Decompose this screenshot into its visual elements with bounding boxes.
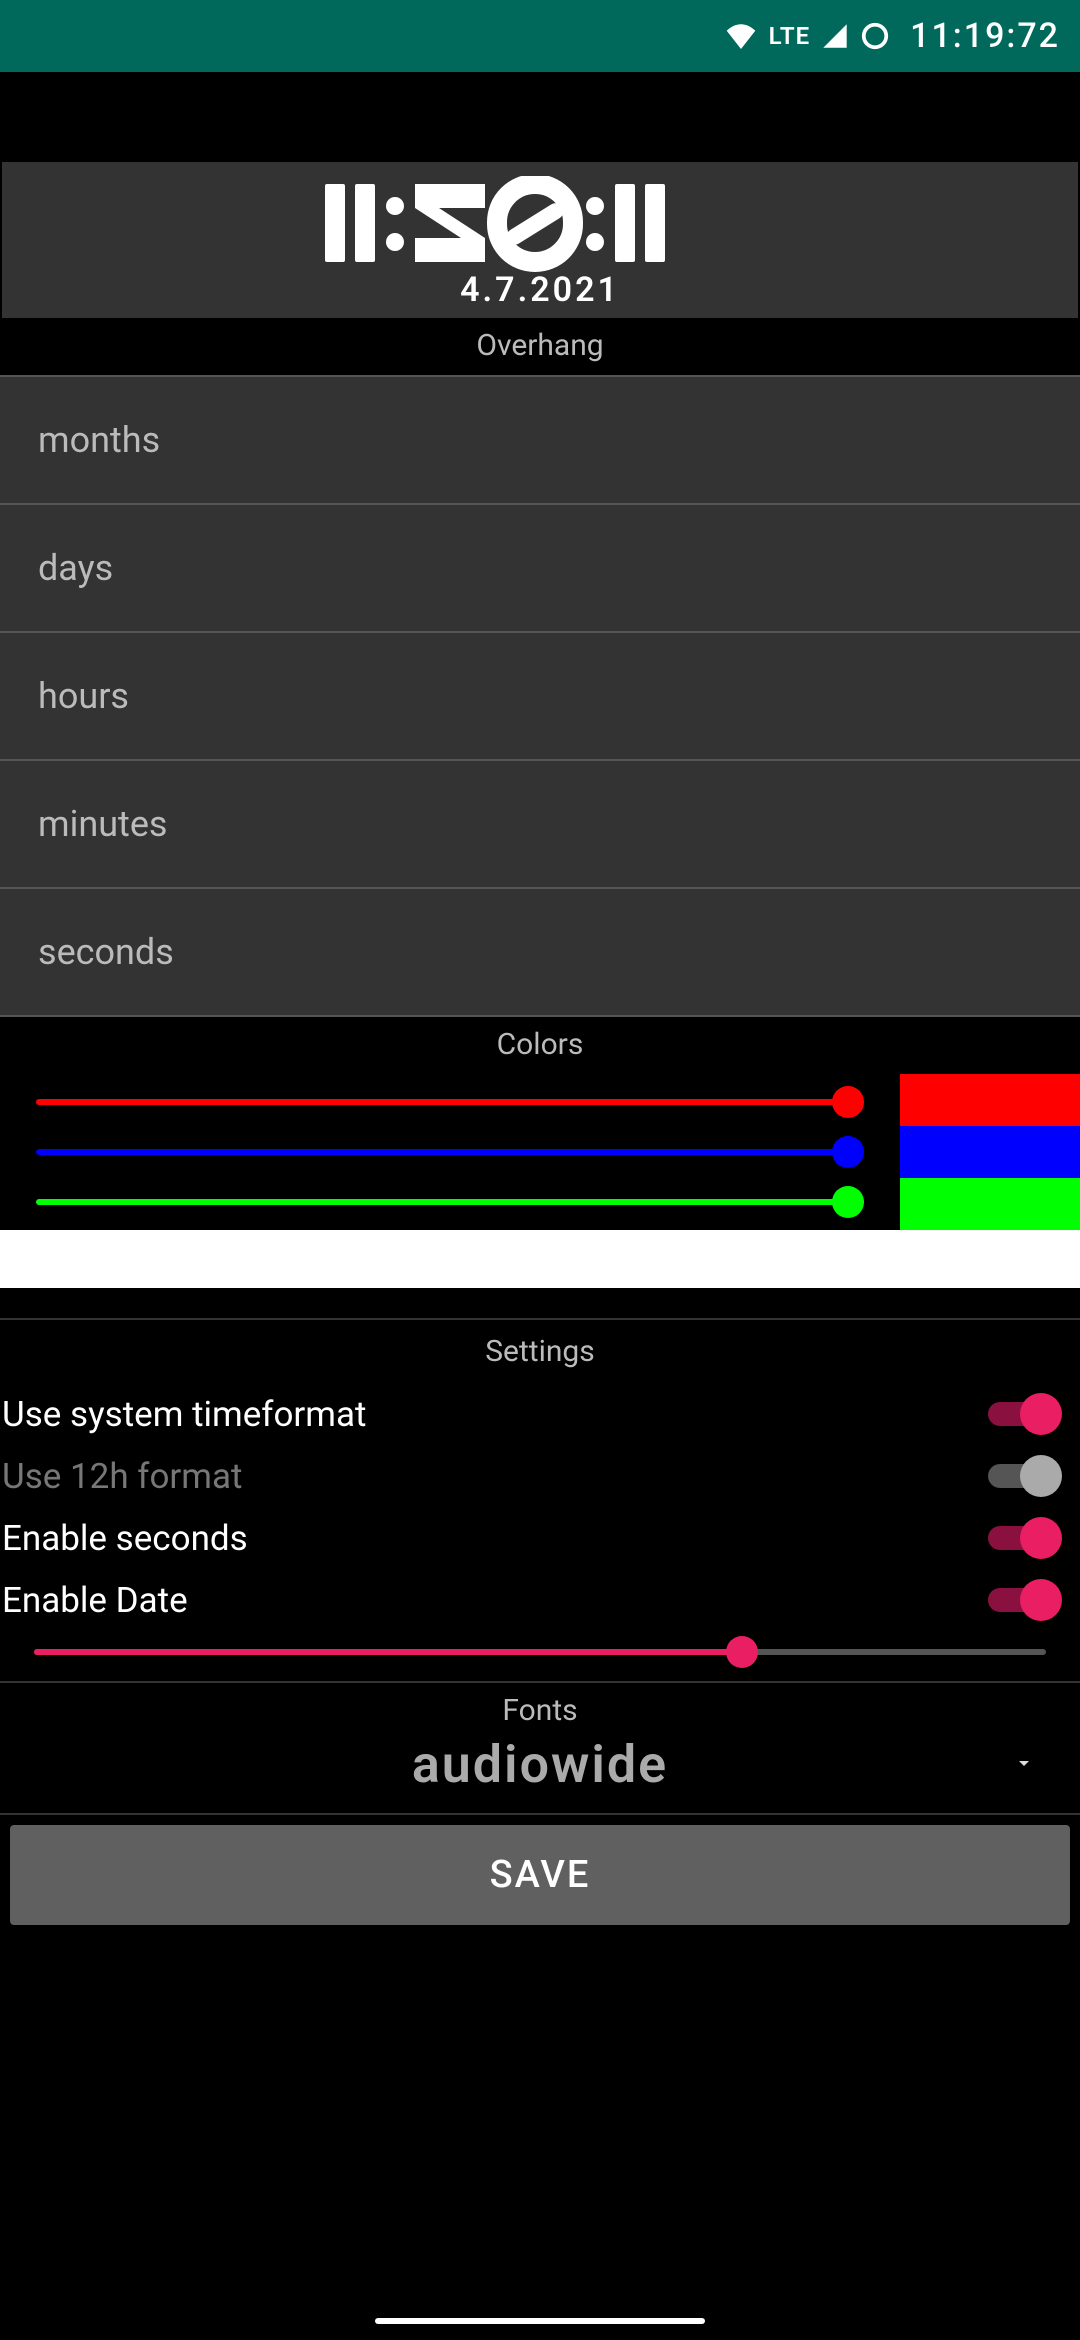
setting-12h-format: Use 12h format	[0, 1445, 1080, 1507]
clock-time	[2, 176, 1078, 276]
color-result	[0, 1230, 1080, 1288]
color-slider-red[interactable]	[36, 1088, 864, 1116]
nav-handle[interactable]	[375, 2318, 705, 2324]
toggle-enable-date[interactable]	[988, 1579, 1062, 1621]
top-gap	[0, 72, 1080, 162]
settings-label: Settings	[0, 1320, 1080, 1383]
overhang-item-minutes[interactable]: minutes	[0, 761, 1080, 889]
signal-icon	[822, 23, 848, 49]
color-slider-green[interactable]	[36, 1188, 864, 1216]
toggle-enable-seconds[interactable]	[988, 1517, 1062, 1559]
overhang-item-seconds[interactable]: seconds	[0, 889, 1080, 1017]
network-type-label: LTE	[769, 22, 810, 50]
setting-system-timeformat[interactable]: Use system timeformat	[0, 1383, 1080, 1445]
overhang-list: months days hours minutes seconds	[0, 375, 1080, 1017]
status-time: 11:19:72	[910, 16, 1060, 56]
settings-list: Use system timeformat Use 12h format Ena…	[0, 1383, 1080, 1681]
swatch-green	[900, 1178, 1080, 1230]
fonts-label: Fonts	[0, 1683, 1080, 1730]
overhang-label: Overhang	[0, 318, 1080, 375]
setting-label: Use system timeformat	[2, 1394, 366, 1435]
setting-label: Use 12h format	[2, 1456, 242, 1497]
colors-block	[0, 1074, 1080, 1288]
color-swatches	[900, 1074, 1080, 1230]
setting-label: Enable seconds	[2, 1518, 248, 1559]
font-selected: audiowide	[412, 1734, 668, 1795]
toggle-12h-format	[988, 1455, 1062, 1497]
save-button[interactable]: SAVE	[10, 1825, 1070, 1925]
clock-preview: 4.7.2021	[2, 162, 1078, 318]
overhang-item-days[interactable]: days	[0, 505, 1080, 633]
overhang-item-hours[interactable]: hours	[0, 633, 1080, 761]
swatch-red	[900, 1074, 1080, 1126]
color-slider-blue[interactable]	[36, 1138, 864, 1166]
setting-enable-date[interactable]: Enable Date	[0, 1569, 1080, 1631]
setting-label: Enable Date	[2, 1580, 188, 1621]
colors-label: Colors	[0, 1017, 1080, 1074]
wifi-icon	[725, 23, 757, 49]
toggle-system-timeformat[interactable]	[988, 1393, 1062, 1435]
chevron-down-icon	[1012, 1751, 1036, 1779]
swatch-blue	[900, 1126, 1080, 1178]
circle-icon	[860, 21, 890, 51]
font-selector[interactable]: audiowide	[0, 1730, 1080, 1813]
overhang-item-months[interactable]: months	[0, 375, 1080, 505]
settings-slider[interactable]	[34, 1637, 1046, 1667]
status-bar: LTE 11:19:72	[0, 0, 1080, 72]
setting-enable-seconds[interactable]: Enable seconds	[0, 1507, 1080, 1569]
clock-date: 4.7.2021	[2, 270, 1078, 310]
